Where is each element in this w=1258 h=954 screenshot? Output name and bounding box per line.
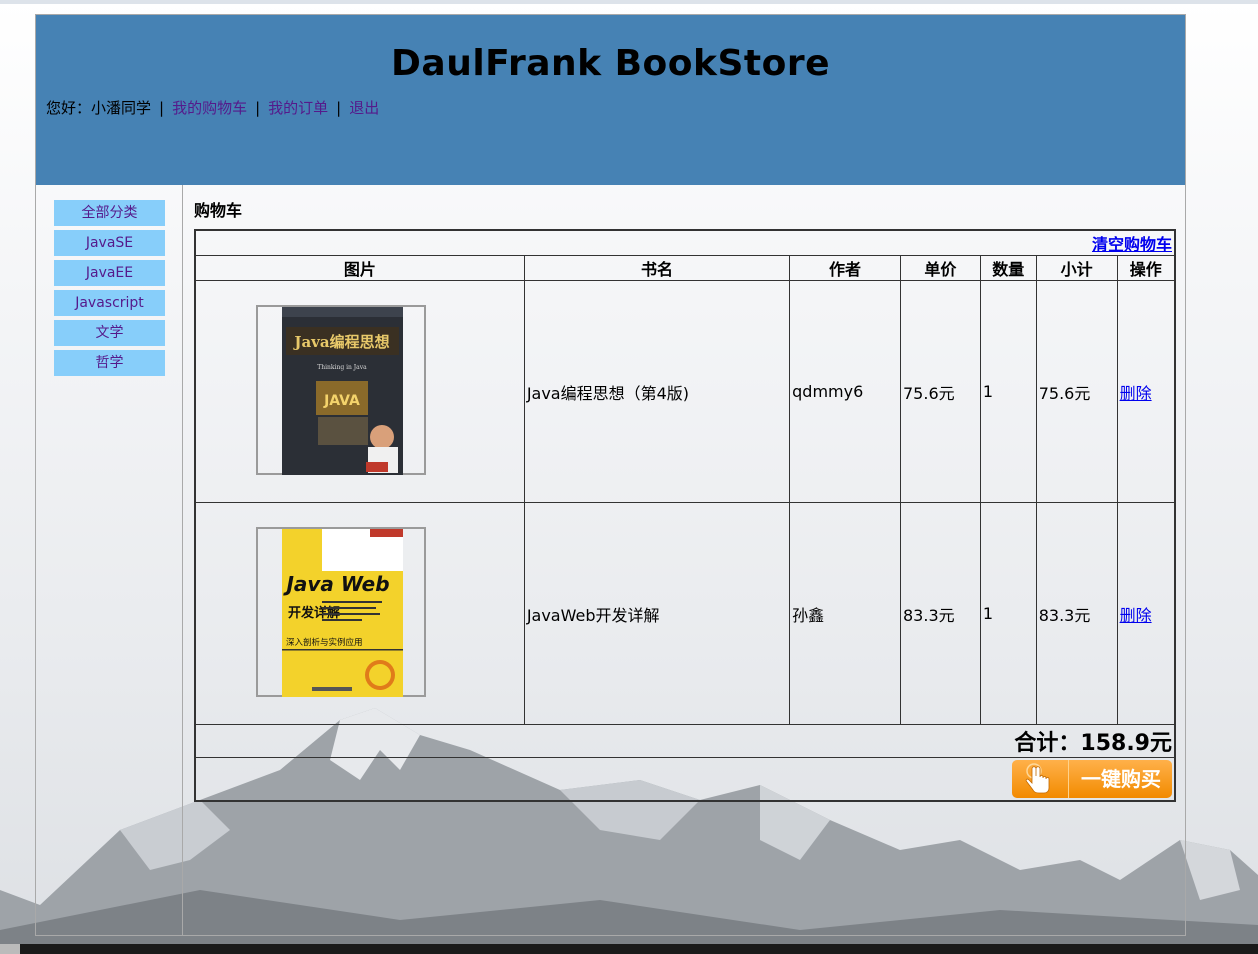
- svg-text:深入剖析与实例应用: 深入剖析与实例应用: [286, 637, 363, 648]
- book-cover-link[interactable]: Java编程思想 Thinking in Java JAVA: [255, 304, 426, 475]
- book-quantity-cell: 1: [979, 502, 1037, 725]
- col-header-subtotal: 小计: [1035, 255, 1118, 281]
- one-click-buy-button[interactable]: 一键购买: [1012, 760, 1172, 798]
- scrollbar-thumb[interactable]: [0, 944, 20, 954]
- horizontal-scrollbar[interactable]: [0, 944, 1258, 954]
- cart-item-row: Java Web 开发详解 深入剖析与实例应用 JavaWeb开发详解 孙鑫 8…: [194, 502, 1176, 725]
- logout-link[interactable]: 退出: [349, 99, 379, 117]
- nav-separator: |: [159, 99, 165, 117]
- delete-item-link[interactable]: 删除: [1120, 384, 1152, 403]
- category-all[interactable]: 全部分类: [54, 200, 165, 226]
- buy-button-label: 一键购买: [1068, 760, 1173, 798]
- site-header: DaulFrank BookStore 您好：小潘同学 | 我的购物车 | 我的订单 | 退…: [36, 15, 1185, 185]
- svg-text:JAVA: JAVA: [323, 393, 360, 409]
- book-author-cell: 孙鑫: [789, 502, 901, 725]
- book-subtotal-cell: 83.3元: [1035, 502, 1118, 725]
- sidebar-divider: [182, 185, 183, 936]
- book-price-cell: 75.6元: [900, 280, 981, 503]
- cart-table: 清空购物车 图片 书名 作者 单价 数量 小计 操作 Java编程思想 Thin…: [194, 229, 1176, 802]
- delete-item-link[interactable]: 删除: [1120, 606, 1152, 625]
- cart-heading: 购物车: [194, 201, 243, 220]
- book-subtotal-cell: 75.6元: [1035, 280, 1118, 503]
- my-cart-link[interactable]: 我的购物车: [172, 99, 247, 117]
- user-nav: 您好：小潘同学 | 我的购物车 | 我的订单 | 退出: [46, 97, 379, 118]
- category-javaee[interactable]: JavaEE: [54, 260, 165, 286]
- cart-total-row: 合计：158.9元: [194, 724, 1176, 758]
- category-javase[interactable]: JavaSE: [54, 230, 165, 256]
- action-cell: 删除: [1116, 502, 1176, 725]
- clear-cart-link[interactable]: 清空购物车: [1092, 235, 1172, 254]
- book-title-cell: Java编程思想（第4版): [523, 280, 791, 503]
- book-quantity-cell: 1: [979, 280, 1037, 503]
- svg-text:Java编程思想: Java编程思想: [292, 333, 389, 351]
- hand-pointer-icon: [1025, 763, 1050, 794]
- my-orders-link[interactable]: 我的订单: [268, 99, 328, 117]
- book-author-cell: qdmmy6: [789, 280, 901, 503]
- book-cover-image: Java Web 开发详解 深入剖析与实例应用: [281, 528, 403, 697]
- category-sidebar: 全部分类 JavaSE JavaEE Javascript 文学 哲学: [54, 200, 165, 380]
- col-header-action: 操作: [1116, 255, 1176, 281]
- category-philosophy[interactable]: 哲学: [54, 350, 165, 376]
- cart-header-row: 图片 书名 作者 单价 数量 小计 操作: [194, 255, 1176, 281]
- browser-top-border: [0, 0, 1258, 4]
- site-title: DaulFrank BookStore: [391, 43, 830, 84]
- category-javascript[interactable]: Javascript: [54, 290, 165, 316]
- action-cell: 删除: [1116, 280, 1176, 503]
- cart-total: 合计：158.9元: [194, 724, 1176, 758]
- svg-text:Thinking in Java: Thinking in Java: [317, 364, 367, 371]
- col-header-image: 图片: [194, 255, 525, 281]
- nav-separator: |: [255, 99, 261, 117]
- image-cell: Java Web 开发详解 深入剖析与实例应用: [194, 502, 525, 725]
- col-header-quantity: 数量: [979, 255, 1037, 281]
- category-literature[interactable]: 文学: [54, 320, 165, 346]
- book-cover-image: Java编程思想 Thinking in Java JAVA: [281, 306, 403, 475]
- cart-toolbar-row: 清空购物车: [194, 229, 1176, 256]
- greeting: 您好：小潘同学: [46, 99, 152, 117]
- col-header-title: 书名: [523, 255, 791, 281]
- book-price-cell: 83.3元: [900, 502, 981, 725]
- col-header-author: 作者: [789, 255, 901, 281]
- svg-text:Java Web: Java Web: [282, 572, 389, 596]
- book-cover-link[interactable]: Java Web 开发详解 深入剖析与实例应用: [255, 526, 426, 697]
- image-cell: Java编程思想 Thinking in Java JAVA: [194, 280, 525, 503]
- cart-item-row: Java编程思想 Thinking in Java JAVA Java编程思想（…: [194, 280, 1176, 503]
- book-title-cell: JavaWeb开发详解: [523, 502, 791, 725]
- cart-buy-row: 一键购买: [194, 757, 1176, 802]
- col-header-price: 单价: [900, 255, 981, 281]
- nav-separator: |: [336, 99, 342, 117]
